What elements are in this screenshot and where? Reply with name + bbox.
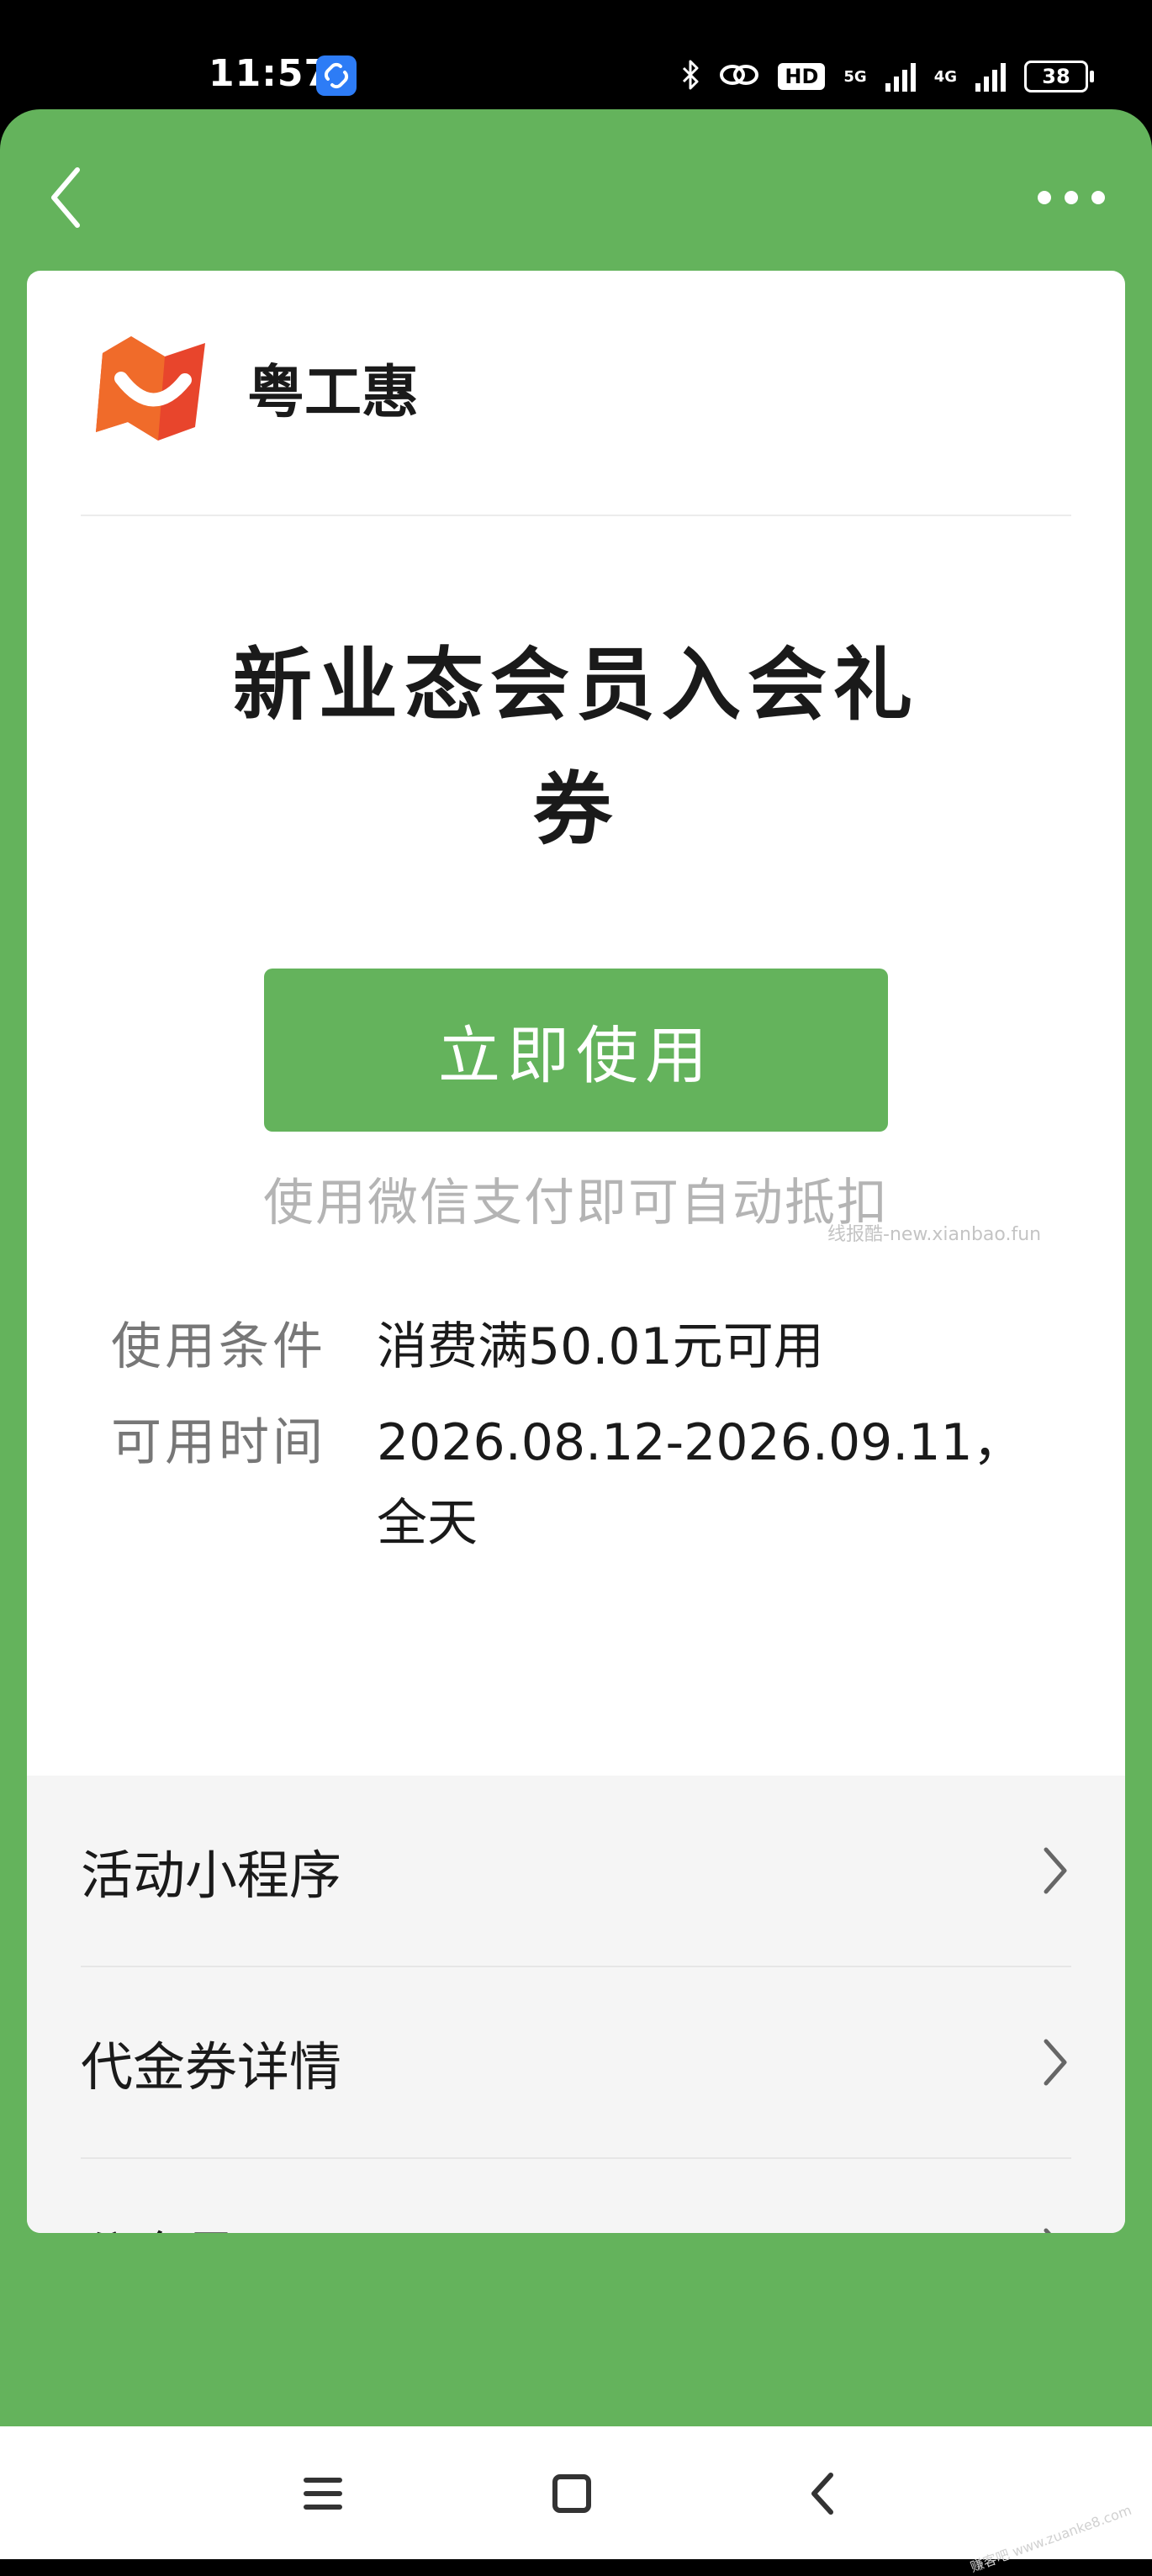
chevron-right-icon [1044,1847,1067,1894]
signal-strength-icon-2 [975,61,1006,92]
hd-voice-badge: HD [778,63,826,90]
brand-header[interactable]: 粤工惠 [87,328,419,446]
network-5g-label: 5G [843,67,867,86]
back-button[interactable] [42,160,92,235]
home-square-icon [552,2474,591,2513]
system-indicators: HD 5G 4G 38 [680,55,1094,98]
coupon-title-line: 新业态会员入会礼 [232,640,919,731]
more-options-button[interactable] [1038,185,1105,210]
corner-watermark: 赚客吧 www.zuanke8.com [967,2501,1134,2575]
status-time: 11:57 [209,52,331,95]
detail-value: 2026.08.12-2026.09.11，全天 [377,1413,1023,1553]
more-dot-icon [1038,191,1051,204]
detail-row-validity: 可用时间 2026.08.12-2026.09.11，全天 [111,1402,1058,1564]
detail-label: 使用条件 [111,1317,326,1376]
chevron-right-icon [1044,2039,1067,2086]
coupon-title: 新业态会员入会礼 券 [220,624,932,873]
menu-lines-icon [304,2478,342,2510]
battery-indicator: 38 [1024,61,1094,92]
menu-item-label: 公众号 [81,2214,237,2233]
signal-strength-icon [885,61,916,92]
use-now-button[interactable]: 立即使用 [264,969,888,1132]
coupon-menu: 活动小程序 代金券详情 公众号 [27,1776,1125,2233]
menu-item-label: 活动小程序 [81,1845,342,1906]
link-app-icon [316,55,357,96]
chevron-left-icon [51,167,80,228]
hotspot-link-icon [719,61,759,92]
home-button[interactable] [530,2452,614,2536]
menu-item-label: 代金券详情 [81,2036,342,2098]
chevron-right-icon [1044,2228,1051,2233]
gonghui-logo-icon [96,336,205,441]
recent-apps-button[interactable] [281,2452,365,2536]
status-bar: 11:57 HD 5G 4G 38 [0,0,1152,109]
coupon-title-line: 券 [532,764,619,856]
menu-item-voucher-details[interactable]: 代金券详情 [81,1967,1071,2159]
system-nav-bar: 赚客吧 www.zuanke8.com [0,2426,1152,2575]
detail-value: 消费满50.01元可用 [377,1317,824,1376]
divider [81,515,1071,516]
system-back-button[interactable] [782,2452,866,2536]
bluetooth-icon [680,58,700,95]
chevron-left-icon [811,2473,833,2515]
watermark-text: 线报酷-new.xianbao.fun [827,1224,1042,1245]
coupon-page: 粤工惠 新业态会员入会礼 券 立即使用 使用微信支付即可自动抵扣 线报酷-new… [0,109,1152,2426]
network-4g-label: 4G [933,67,957,86]
brand-name: 粤工惠 [247,359,420,426]
menu-item-mini-program[interactable]: 活动小程序 [81,1776,1071,1967]
detail-row-condition: 使用条件 消费满50.01元可用 [111,1306,1058,1387]
more-dot-icon [1091,191,1105,204]
coupon-details: 使用条件 消费满50.01元可用 可用时间 2026.08.12-2026.09… [111,1306,1058,1579]
detail-label: 可用时间 [111,1413,326,1472]
more-dot-icon [1065,191,1078,204]
menu-item-official-account[interactable]: 公众号 [81,2159,1071,2233]
coupon-card: 粤工惠 新业态会员入会礼 券 立即使用 使用微信支付即可自动抵扣 线报酷-new… [27,271,1125,2233]
